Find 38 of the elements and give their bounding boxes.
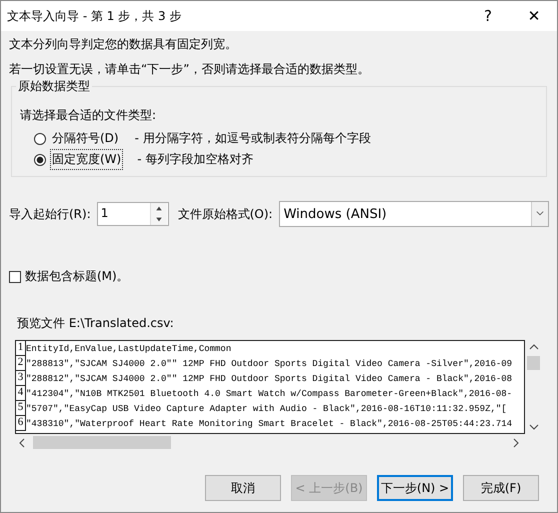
preview-line: EntityId,EnValue,LastUpdateTime,Common: [26, 344, 232, 354]
group-title: 原始数据类型: [16, 78, 92, 95]
checkbox[interactable]: [9, 270, 21, 282]
spin-field[interactable]: 1: [96, 202, 169, 226]
line-number: 6: [16, 416, 26, 431]
dialog-button[interactable]: 完成(F): [463, 475, 539, 501]
radio-button[interactable]: [34, 132, 46, 144]
intro-text: 若一切设置无误，请单击“下一步”，否则请选择最合适的数据类型。: [9, 61, 370, 77]
radio-button[interactable]: [34, 154, 46, 166]
checkbox-label: 数据包含标题(M)。: [25, 268, 129, 285]
line-number: 4: [16, 386, 26, 401]
preview-line: "288812","SJCAM SJ4000 2.0"" 12MP FHD Outdoor Sports Digital Video Camera - Black",2016-08: [26, 374, 512, 384]
field-label: 文件原始格式(O):: [178, 206, 273, 222]
line-number: 3: [16, 371, 26, 386]
intro-text: 文本分列向导判定您的数据具有固定列宽。: [9, 36, 238, 52]
option-description: - 用分隔字符，如逗号或制表符分隔每个字段: [134, 130, 371, 147]
field-label: 导入起始行(R):: [9, 206, 91, 222]
preview-line: "412304","N10B MTK2501 Bluetooth 4.0 Smart Watch w/Compass Barometer-Green+Black",2016-08-: [26, 388, 512, 398]
prompt-text: 请选择最合适的文件类型:: [20, 107, 158, 124]
dropdown-field[interactable]: Windows (ANSI): [278, 201, 549, 227]
scroll-thumb[interactable]: [33, 436, 171, 449]
preview-line: "438310","Waterproof Heart Rate Monitoring Smart Bracelet - Black",2016-08-25T05:44:23.714: [26, 418, 512, 428]
preview-line: "5707","EasyCap USB Video Capture Adapter with Audio - Black",2016-08-16T10:11:32.959Z,"[: [26, 404, 507, 414]
radio-label: 固定宽度(W): [50, 149, 124, 170]
option-description: - 每列字段加空格对齐: [137, 151, 254, 168]
window-title: 文本导入向导 - 第 1 步，共 3 步: [7, 8, 182, 24]
line-number: 2: [16, 356, 26, 371]
scroll-thumb[interactable]: [527, 356, 540, 370]
help-button[interactable]: ?: [465, 1, 511, 31]
chevron-down-icon: [531, 202, 548, 226]
dialog-button[interactable]: 取消: [205, 475, 281, 501]
line-number: 5: [16, 401, 26, 416]
preview-label: 预览文件 E:\Translated.csv:: [17, 315, 175, 332]
radio-label: 分隔符号(D): [51, 130, 120, 147]
line-number: 1: [16, 341, 26, 356]
close-button[interactable]: ✕: [511, 1, 557, 31]
preview-line: "288813","SJCAM SJ4000 2.0"" 12MP FHD Outdoor Sports Digital Video Camera -Silver",2016-09: [26, 358, 512, 368]
dialog-button[interactable]: 下一步(N) >: [377, 475, 453, 501]
